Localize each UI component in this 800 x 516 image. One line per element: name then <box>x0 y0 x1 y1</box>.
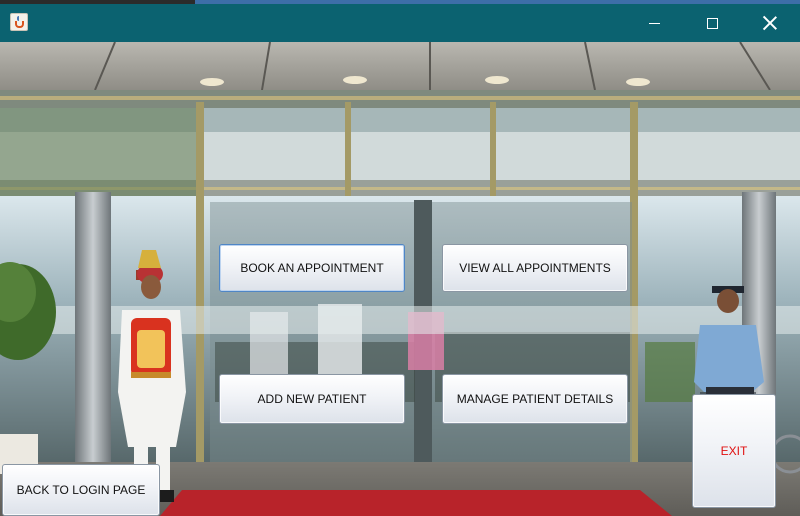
java-cup-icon[interactable] <box>10 13 28 31</box>
book-appointment-button[interactable]: BOOK AN APPOINTMENT <box>219 244 405 292</box>
maximize-icon <box>706 17 718 29</box>
minimize-icon <box>648 22 660 24</box>
close-button[interactable] <box>741 4 799 42</box>
minimize-button[interactable] <box>625 4 683 42</box>
manage-patient-details-button[interactable]: MANAGE PATIENT DETAILS <box>442 374 628 424</box>
maximize-button[interactable] <box>683 4 741 42</box>
back-to-login-button[interactable]: BACK TO LOGIN PAGE <box>2 464 160 516</box>
view-all-appointments-button[interactable]: VIEW ALL APPOINTMENTS <box>442 244 628 292</box>
main-panel: BOOK AN APPOINTMENT VIEW ALL APPOINTMENT… <box>0 42 800 516</box>
exit-button[interactable]: EXIT <box>692 394 776 508</box>
add-new-patient-button[interactable]: ADD NEW PATIENT <box>219 374 405 424</box>
close-icon <box>763 16 777 30</box>
title-bar <box>0 4 800 42</box>
